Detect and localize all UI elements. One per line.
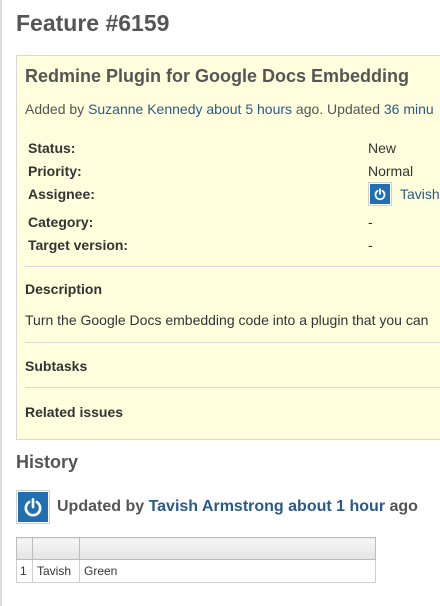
content-left-border bbox=[0, 0, 2, 606]
assignee-link[interactable]: Tavish bbox=[400, 186, 440, 202]
priority-value: Normal bbox=[368, 163, 414, 179]
target-version-row: Target version: - bbox=[28, 237, 440, 257]
issue-details-box: Redmine Plugin for Google Docs Embedding… bbox=[16, 55, 440, 440]
author-line: Added by Suzanne Kennedy about 5 hours a… bbox=[25, 101, 434, 117]
created-time-link[interactable]: about 5 hours bbox=[206, 101, 292, 117]
issue-subject: Redmine Plugin for Google Docs Embedding bbox=[25, 66, 410, 86]
updated-by-text: Updated by bbox=[57, 498, 149, 515]
row-number: 1 bbox=[16, 559, 33, 583]
status-row: Status: New bbox=[28, 140, 440, 160]
column-header bbox=[79, 537, 376, 560]
priority-row: Priority: Normal bbox=[28, 163, 440, 183]
category-value: - bbox=[368, 214, 373, 230]
journal-header: Updated by Tavish Armstrong about 1 hour… bbox=[16, 490, 418, 524]
target-version-value: - bbox=[368, 237, 373, 253]
updated-time-link[interactable]: 36 minu bbox=[384, 101, 434, 117]
row-value: Green bbox=[79, 559, 376, 583]
category-label: Category: bbox=[28, 214, 94, 230]
page-title: Feature #6159 bbox=[16, 10, 170, 36]
description-label: Description bbox=[25, 281, 103, 297]
subtasks-label: Subtasks bbox=[25, 358, 88, 374]
divider bbox=[25, 342, 440, 343]
status-label: Status: bbox=[28, 140, 76, 156]
related-issues-label: Related issues bbox=[25, 404, 124, 420]
row-name: Tavish bbox=[32, 559, 80, 583]
added-by-text: Added by bbox=[25, 101, 89, 117]
journal-details-table: 1 Tavish Green bbox=[16, 537, 376, 583]
table-header-row bbox=[16, 537, 376, 560]
status-value: New bbox=[368, 140, 397, 156]
journal-time-link[interactable]: about 1 hour bbox=[288, 498, 385, 515]
column-header bbox=[16, 537, 33, 560]
assignee-label: Assignee: bbox=[28, 186, 95, 202]
assignee-row: Assignee: Tavish bbox=[28, 182, 440, 206]
priority-label: Priority: bbox=[28, 163, 82, 179]
table-row: 1 Tavish Green bbox=[16, 559, 376, 583]
target-version-label: Target version: bbox=[28, 237, 129, 253]
assignee-value: Tavish bbox=[368, 182, 440, 206]
journal-text: Updated by Tavish Armstrong about 1 hour… bbox=[57, 498, 418, 516]
author-link[interactable]: Suzanne Kennedy bbox=[88, 101, 202, 117]
divider bbox=[25, 387, 440, 388]
divider bbox=[25, 266, 440, 267]
category-row: Category: - bbox=[28, 214, 440, 234]
power-logo-icon bbox=[370, 184, 390, 204]
column-header bbox=[32, 537, 80, 560]
power-logo-icon bbox=[18, 492, 48, 522]
updated-text: ago. Updated bbox=[292, 101, 384, 117]
ago-text: ago bbox=[385, 498, 418, 515]
assignee-avatar bbox=[368, 182, 392, 206]
history-title: History bbox=[16, 452, 79, 472]
journal-user-link[interactable]: Tavish Armstrong bbox=[149, 498, 284, 515]
journal-avatar bbox=[16, 490, 50, 524]
description-text: Turn the Google Docs embedding code into… bbox=[25, 312, 429, 328]
